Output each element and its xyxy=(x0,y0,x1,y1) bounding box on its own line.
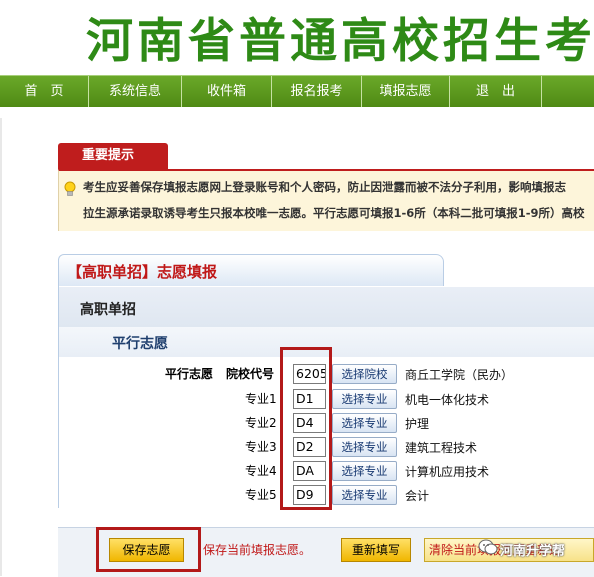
lightbulb-icon xyxy=(64,181,76,196)
site-title: 河南省普通高校招生考 xyxy=(86,14,594,69)
select-major-2-button[interactable]: 选择专业 xyxy=(332,413,397,433)
notice-line-1: 考生应妥善保存填报志愿网上登录账号和个人密码，防止因泄露而被不法分子利用，影响填… xyxy=(83,180,566,194)
section-title: 高职单招 xyxy=(80,302,136,318)
major-1-label: 专业1 xyxy=(245,392,277,406)
content-edge xyxy=(0,118,2,576)
save-button-highlight xyxy=(96,527,201,572)
select-major-3-button[interactable]: 选择专业 xyxy=(332,437,397,457)
nav-item-home[interactable]: 首 页 xyxy=(0,76,89,107)
main-nav: 首 页 系统信息 收件箱 报名报考 填报志愿 退 出 xyxy=(0,75,594,108)
select-school-button[interactable]: 选择院校 xyxy=(332,364,397,384)
panel-title: 【高职单招】志愿填报 xyxy=(67,263,218,281)
major-3-label: 专业3 xyxy=(245,440,277,454)
select-major-4-button[interactable]: 选择专业 xyxy=(332,461,397,481)
select-major-1-button[interactable]: 选择专业 xyxy=(332,389,397,409)
nav-item-inbox[interactable]: 收件箱 xyxy=(182,76,272,107)
major-2-name: 护理 xyxy=(405,417,430,431)
nav-item-registration[interactable]: 报名报考 xyxy=(272,76,362,107)
section-strip xyxy=(59,287,594,327)
save-hint-text: 保存当前填报志愿。 xyxy=(203,543,312,557)
major-5-name: 会计 xyxy=(405,489,430,503)
major-2-label: 专业2 xyxy=(245,416,277,430)
nav-shadow xyxy=(0,107,594,117)
major-1-name: 机电一体化技术 xyxy=(405,393,490,407)
code-column-highlight xyxy=(280,347,332,510)
nav-item-logout[interactable]: 退 出 xyxy=(450,76,542,107)
notice-tab: 重要提示 xyxy=(58,143,168,169)
select-major-5-button[interactable]: 选择专业 xyxy=(332,485,397,505)
school-code-label: 院校代号 xyxy=(226,367,275,381)
notice-box: 考生应妥善保存填报志愿网上登录账号和个人密码，防止因泄露而被不法分子利用，影响填… xyxy=(58,169,594,231)
reset-button[interactable]: 重新填写 xyxy=(341,538,411,562)
nav-item-system-info[interactable]: 系统信息 xyxy=(89,76,182,107)
major-4-name: 计算机应用技术 xyxy=(405,465,490,479)
major-3-name: 建筑工程技术 xyxy=(405,441,478,455)
subsection-title: 平行志愿 xyxy=(112,336,168,352)
panel-header: 【高职单招】志愿填报 xyxy=(58,254,444,286)
notice-line-2: 拉生源承诺录取诱导考生只报本校唯一志愿。平行志愿可填报1-6所（本科二批可填报1… xyxy=(83,206,585,220)
school-name: 商丘工学院（民办） xyxy=(405,368,514,382)
header-banner: 河南省普通高校招生考 xyxy=(0,0,594,70)
watermark-text: 河南升学帮 xyxy=(500,544,566,559)
parallel-group-label: 平行志愿 xyxy=(165,367,214,381)
nav-item-fill-application[interactable]: 填报志愿 xyxy=(362,76,450,107)
major-5-label: 专业5 xyxy=(245,488,277,502)
wechat-logo-icon xyxy=(478,539,498,555)
major-4-label: 专业4 xyxy=(245,464,277,478)
